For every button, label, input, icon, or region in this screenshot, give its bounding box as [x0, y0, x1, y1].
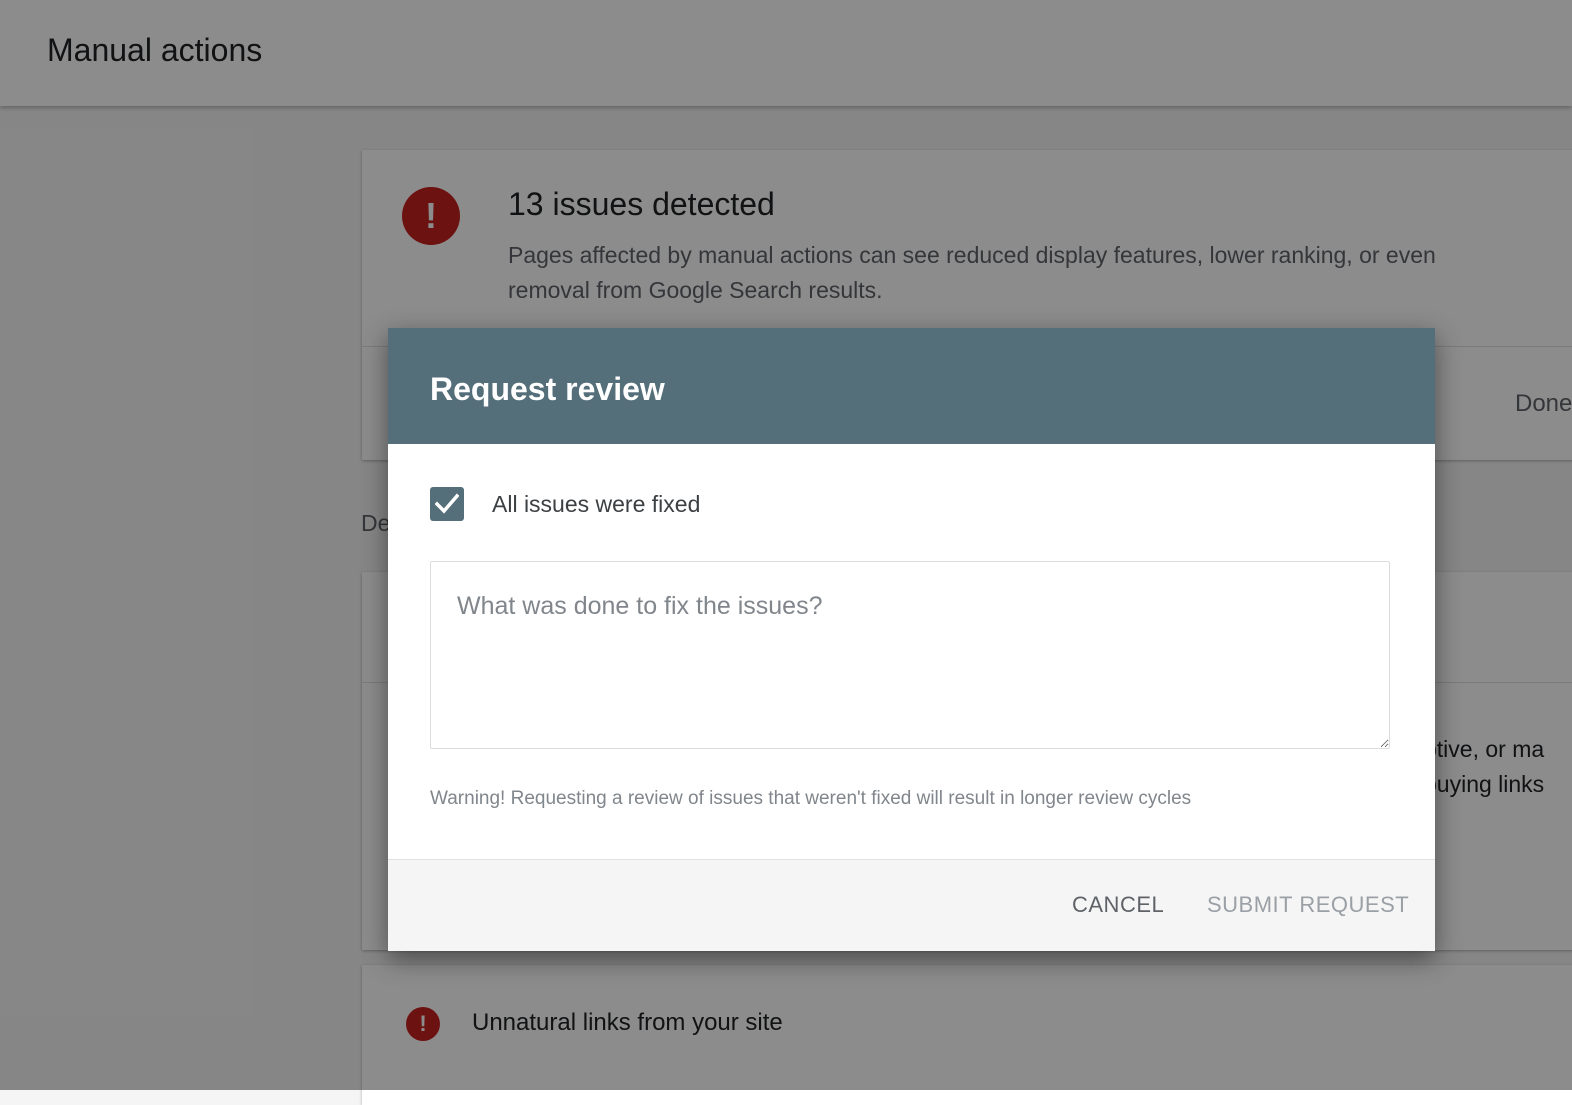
- dialog-footer: CANCEL SUBMIT REQUEST: [388, 859, 1435, 951]
- dialog-title: Request review: [430, 371, 665, 407]
- cancel-button[interactable]: CANCEL: [1066, 888, 1170, 922]
- fix-description-textarea[interactable]: [430, 561, 1390, 749]
- warning-text: Warning! Requesting a review of issues t…: [430, 788, 1192, 809]
- dialog-header: Request review: [388, 328, 1435, 444]
- submit-request-button[interactable]: SUBMIT REQUEST: [1201, 888, 1415, 922]
- request-review-dialog: Request review All issues were fixed War…: [388, 328, 1435, 951]
- checkbox-label[interactable]: All issues were fixed: [492, 491, 700, 518]
- all-issues-fixed-checkbox[interactable]: [430, 487, 464, 521]
- check-icon: [435, 493, 459, 514]
